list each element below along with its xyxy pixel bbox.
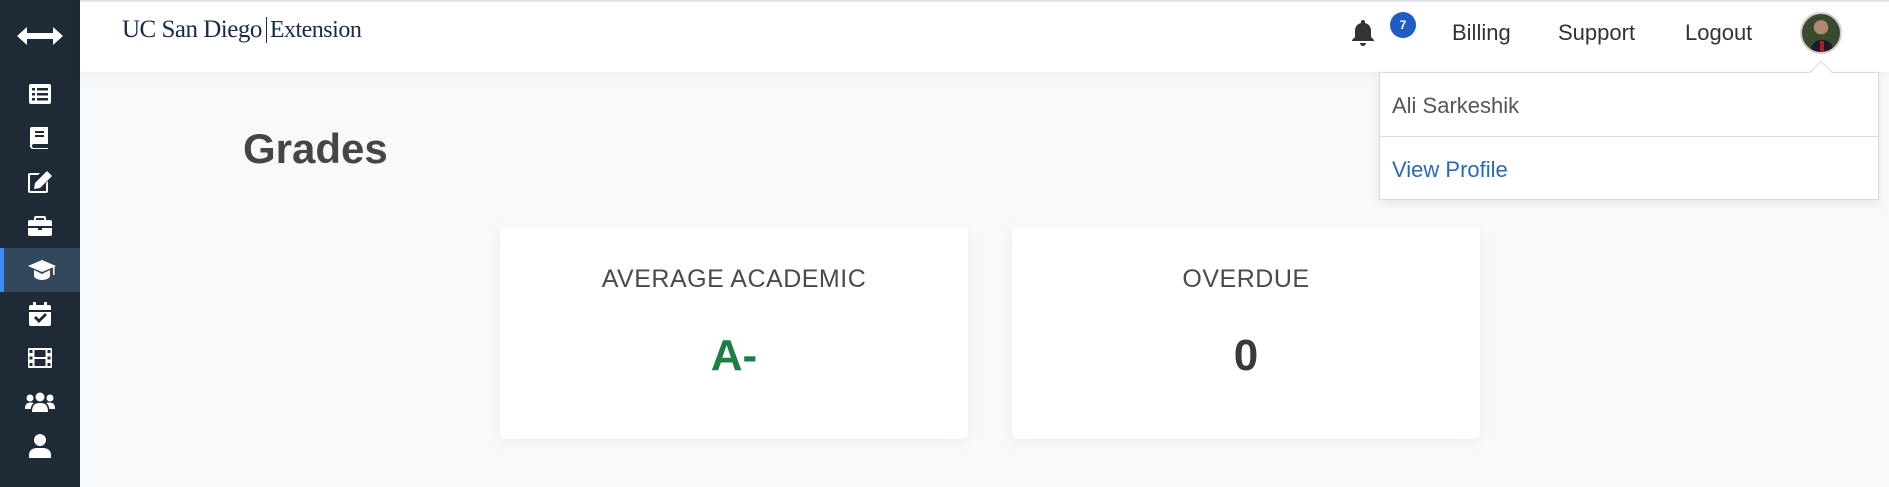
book-icon	[30, 127, 48, 149]
users-icon	[25, 392, 55, 412]
sidebar-item-users[interactable]	[0, 380, 80, 424]
avatar-tie	[1820, 41, 1824, 52]
calendar-check-icon	[29, 302, 51, 326]
card-label: OVERDUE	[1182, 265, 1310, 293]
logo-divider	[265, 17, 267, 43]
logout-link[interactable]: Logout	[1685, 20, 1752, 46]
sidebar-item-briefcase[interactable]	[0, 204, 80, 248]
arrows-left-right-icon	[17, 27, 63, 45]
card-value-grade: A-	[710, 331, 758, 380]
briefcase-icon	[28, 216, 52, 236]
average-academic-card: AVERAGE ACADEMIC A-	[500, 227, 968, 439]
sidebar-item-edit[interactable]	[0, 160, 80, 204]
logo-text-extension: Extension	[269, 17, 362, 43]
sidebar-item-profile[interactable]	[0, 424, 80, 468]
billing-link[interactable]: Billing	[1452, 20, 1511, 46]
dropdown-divider	[1380, 136, 1878, 137]
graduation-cap-icon	[28, 260, 56, 280]
notification-count-badge[interactable]: 7	[1390, 12, 1416, 38]
user-avatar[interactable]	[1800, 12, 1842, 54]
edit-icon	[28, 171, 52, 193]
card-value-overdue: 0	[1233, 331, 1259, 380]
ucsd-extension-logo[interactable]: UC San Diego Extension	[122, 16, 362, 44]
card-label: AVERAGE ACADEMIC	[601, 265, 867, 293]
sidebar-toggle-button[interactable]	[0, 8, 80, 64]
logo-text-ucsd: UC San Diego	[122, 16, 262, 43]
page-title: Grades	[243, 125, 388, 172]
sidebar-item-calendar[interactable]	[0, 292, 80, 336]
list-icon	[29, 84, 51, 104]
sidebar-item-grades[interactable]	[0, 248, 80, 292]
dropdown-user-name: Ali Sarkeshik	[1392, 93, 1520, 118]
user-icon	[29, 434, 51, 458]
notifications-bell-icon[interactable]	[1352, 20, 1378, 48]
overdue-card: OVERDUE 0	[1012, 227, 1480, 439]
sidebar-item-list[interactable]	[0, 72, 80, 116]
view-profile-link[interactable]: View Profile	[1392, 157, 1508, 183]
sidebar	[0, 0, 80, 487]
support-link[interactable]: Support	[1558, 20, 1635, 46]
sidebar-item-media[interactable]	[0, 336, 80, 380]
film-icon	[28, 348, 52, 368]
user-dropdown-menu: Ali Sarkeshik View Profile	[1379, 60, 1879, 200]
sidebar-item-book[interactable]	[0, 116, 80, 160]
